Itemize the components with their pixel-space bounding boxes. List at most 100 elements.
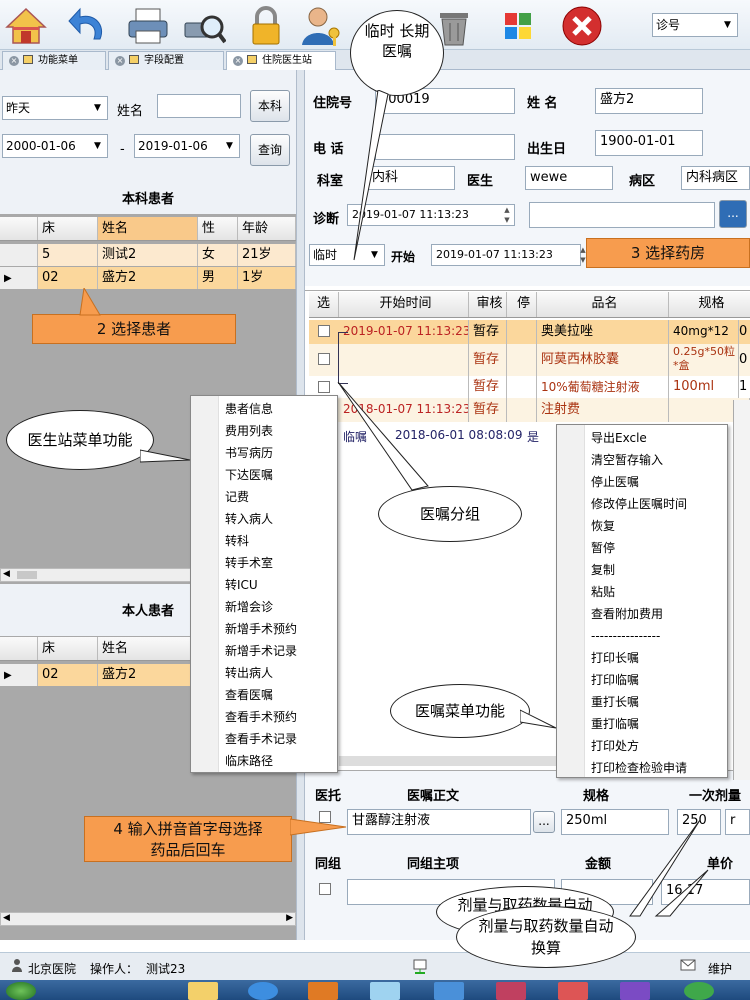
query-type-select[interactable]: 诊号 ▼ (652, 13, 738, 37)
column-header[interactable]: 停 (507, 292, 537, 317)
table-row[interactable]: 暂存 阿莫西林胶囊 0.25g*50粒*盒 0 (309, 344, 750, 376)
menu-item[interactable]: 临床路径 (191, 750, 337, 772)
menu-item[interactable]: 记费 (191, 486, 337, 508)
date-from-select[interactable]: 2000-01-06 ▼ (2, 134, 108, 158)
drug-more-button[interactable]: ... (533, 811, 555, 833)
date-range-select[interactable]: 昨天 ▼ (2, 96, 108, 120)
menu-item[interactable]: 新增会诊 (191, 596, 337, 618)
menu-item[interactable]: 新增手术预约 (191, 618, 337, 640)
select-checkbox[interactable] (318, 381, 330, 393)
group-checkbox[interactable] (319, 883, 331, 895)
menu-item[interactable]: 清空暂存输入 (557, 449, 727, 471)
printer-icon[interactable] (126, 5, 170, 47)
database-icon[interactable] (496, 982, 526, 1000)
menu-item[interactable]: 恢复 (557, 515, 727, 537)
menu-item[interactable]: 修改停止医嘱时间 (557, 493, 727, 515)
menu-item[interactable]: 转出病人 (191, 662, 337, 684)
menu-item[interactable]: 重打临嘱 (557, 713, 727, 735)
column-header[interactable]: 床 (38, 637, 98, 660)
menu-item[interactable]: 下达医嘱 (191, 464, 337, 486)
scroll-left-icon[interactable]: ◀ (3, 913, 10, 923)
app-icon[interactable] (370, 982, 400, 1000)
menu-item[interactable]: 复制 (557, 559, 727, 581)
undo-icon[interactable] (66, 5, 110, 47)
patient-name-field[interactable]: 盛方2 (595, 88, 703, 114)
menu-item[interactable]: 打印检查检验申请 (557, 757, 727, 779)
visual-studio-icon[interactable] (620, 982, 650, 1000)
mail-app-icon[interactable] (434, 982, 464, 1000)
drug-input[interactable]: 甘露醇注射液 (347, 809, 531, 835)
user-key-icon[interactable] (300, 5, 344, 47)
menu-item[interactable]: 转手术室 (191, 552, 337, 574)
tab-field-config[interactable]: × 字段配置 (108, 51, 224, 70)
menu-item[interactable]: 查看手术预约 (191, 706, 337, 728)
doctor-field[interactable]: wewe (525, 166, 613, 190)
table-row-selected[interactable]: 2019-01-07 11:13:23 暂存 奥美拉唑 40mg*12 0 (309, 320, 750, 344)
diagnosis-field[interactable] (529, 202, 715, 228)
menu-item[interactable]: 转ICU (191, 574, 337, 596)
menu-item[interactable]: 粘贴 (557, 581, 727, 603)
menu-item[interactable]: 书写病历 (191, 442, 337, 464)
folder-icon[interactable] (188, 982, 218, 1000)
tool-icon[interactable] (558, 982, 588, 1000)
home-icon[interactable] (4, 5, 48, 47)
column-header[interactable]: 年龄 (238, 217, 296, 240)
column-header[interactable]: 审核 (469, 292, 507, 317)
spinner-icon[interactable]: ▲ ▼ (501, 205, 513, 225)
menu-item[interactable]: 查看手术记录 (191, 728, 337, 750)
tab-inpatient-doctor[interactable]: × 住院医生站 (226, 51, 336, 70)
horizontal-scrollbar[interactable] (339, 756, 569, 766)
tab-function-menu[interactable]: × 功能菜单 (2, 51, 106, 70)
menu-item[interactable]: 转入病人 (191, 508, 337, 530)
date-to-select[interactable]: 2019-01-06 ▼ (134, 134, 240, 158)
close-icon[interactable] (560, 5, 604, 47)
refresh-app-icon[interactable] (684, 982, 714, 1000)
horizontal-scrollbar[interactable]: ◀ ▶ (0, 912, 296, 926)
scroll-right-icon[interactable]: ▶ (286, 913, 293, 923)
column-header[interactable]: 床 (38, 217, 98, 240)
tab-close-icon[interactable]: × (233, 56, 243, 66)
menu-item[interactable]: 停止医嘱 (557, 471, 727, 493)
phone-field[interactable] (375, 134, 515, 160)
select-checkbox[interactable] (318, 325, 330, 337)
more-button[interactable]: ... (719, 200, 747, 228)
menu-item[interactable]: 费用列表 (191, 420, 337, 442)
lock-icon[interactable] (244, 5, 288, 47)
menu-item[interactable]: 暂停 (557, 537, 727, 559)
column-header[interactable]: 规格 (669, 292, 750, 317)
select-checkbox[interactable] (318, 353, 330, 365)
menu-item[interactable]: 患者信息 (191, 398, 337, 420)
tiles-icon[interactable] (496, 5, 540, 47)
dept-button[interactable]: 本科 (250, 90, 290, 122)
dob-field[interactable]: 1900-01-01 (595, 130, 703, 156)
browser-icon[interactable] (248, 982, 278, 1000)
dose-unit-input[interactable]: r (725, 809, 750, 835)
ward-field[interactable]: 内科病区 (681, 166, 750, 190)
menu-item[interactable]: 打印处方 (557, 735, 727, 757)
menu-item[interactable]: 导出Excle (557, 427, 727, 449)
column-header[interactable]: 选 (309, 292, 339, 317)
query-button[interactable]: 查询 (250, 134, 290, 166)
menu-item[interactable]: 转科 (191, 530, 337, 552)
column-header[interactable]: 性 (198, 217, 238, 240)
start-button-icon[interactable] (6, 982, 36, 1000)
table-row-selected[interactable]: ▶ 02 盛方2 男 1岁 (0, 267, 296, 289)
start-time-field[interactable]: 2019-01-07 11:13:23 (431, 244, 581, 266)
scrollbar-thumb[interactable] (17, 571, 37, 579)
menu-item[interactable]: 查看附加费用 (557, 603, 727, 625)
column-header[interactable]: 姓名 (98, 217, 198, 240)
maintain-link[interactable]: 维护 (708, 960, 732, 977)
menu-item[interactable]: 新增手术记录 (191, 640, 337, 662)
tab-close-icon[interactable]: × (9, 56, 19, 66)
table-row[interactable]: 5 测试2 女 21岁 (0, 244, 296, 266)
menu-item[interactable]: 重打长嘱 (557, 691, 727, 713)
print-preview-icon[interactable] (182, 5, 227, 47)
menu-item[interactable]: 查看医嘱 (191, 684, 337, 706)
media-icon[interactable] (308, 982, 338, 1000)
tab-close-icon[interactable]: × (115, 56, 125, 66)
column-header[interactable]: 开始时间 (339, 292, 469, 317)
column-header[interactable]: 品名 (537, 292, 669, 317)
patient-name-input[interactable] (157, 94, 241, 118)
menu-item[interactable]: 打印临嘱 (557, 669, 727, 691)
scroll-left-icon[interactable]: ◀ (3, 569, 10, 579)
